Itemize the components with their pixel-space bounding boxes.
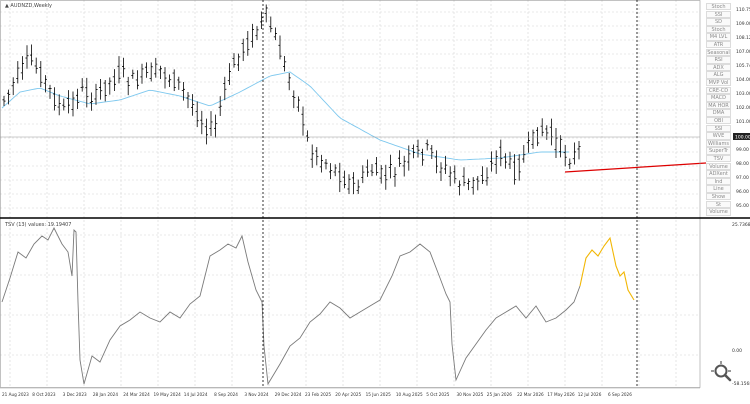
price-axis-label: 102.00 <box>736 105 750 111</box>
price-axis-label: 101.00 <box>736 119 750 125</box>
indicator-toggle-button[interactable]: ALG <box>706 71 731 79</box>
indicator-toggle-button[interactable]: CRE-CD <box>706 86 731 94</box>
chart-area[interactable]: 110.75 109.00 108.12 107.00 105.74 104.00 103.… <box>0 0 750 400</box>
indicator-toggle-button[interactable]: ADXent <box>706 170 731 178</box>
indicator-toggle-button[interactable]: Volume <box>706 162 731 170</box>
price-axis-label: 105.74 <box>736 63 750 69</box>
indicator-toggle-button[interactable]: ADX <box>706 63 731 72</box>
trend-line[interactable] <box>564 162 707 173</box>
indicator-toggle-button[interactable]: WVE <box>706 132 731 140</box>
price-axis-label: 96.00 <box>736 189 749 195</box>
indicator-panel-title: TSV (13) values: 19.19407 <box>4 222 71 228</box>
price-axis-label: 109.00 <box>736 21 750 27</box>
zoom-magnifier-icon <box>711 361 732 382</box>
indicator-toggle-button[interactable]: Williams <box>706 139 731 148</box>
date-axis-label: 23 Feb 2025 <box>305 392 331 397</box>
price-candles <box>2 4 581 196</box>
indicator-toggle-button[interactable]: DMA <box>706 109 731 117</box>
zoom-button[interactable] <box>707 360 741 386</box>
indicator-toggle-button[interactable]: MVP Vol <box>706 79 731 87</box>
trend-line-segment <box>564 162 707 173</box>
date-axis-label: 19 May 2024 <box>154 392 182 397</box>
indicator-axis-label: 0.00 <box>732 348 742 354</box>
date-axis-label: 10 Aug 2025 <box>396 392 423 397</box>
indicator-series-highlight <box>579 236 635 301</box>
indicator-toggle-button[interactable]: Ind <box>706 177 731 186</box>
axes: 110.75 109.00 108.12 107.00 105.74 104.00 103.… <box>0 0 750 397</box>
date-axis-label: 6 Sep 2026 <box>608 392 632 397</box>
indicator-toggle-button[interactable]: OBI <box>706 117 731 125</box>
indicator-toggle-button[interactable]: SD <box>706 18 731 26</box>
date-axis-label: 25 Jan 2026 <box>487 392 512 397</box>
date-axis-label: 24 Mar 2024 <box>123 392 150 397</box>
chart-svg[interactable]: 110.75 109.00 108.12 107.00 105.74 104.00 103.… <box>0 0 750 400</box>
indicator-toggle-button[interactable]: RSI <box>706 56 731 64</box>
indicator-toggle-button[interactable]: Line <box>706 185 731 193</box>
indicator-toggle-button[interactable]: St <box>706 200 731 208</box>
date-axis-label: 21 Aug 2023 <box>2 392 29 397</box>
date-axis-label: 29 Dec 2024 <box>275 392 302 397</box>
indicator-toggle-button[interactable]: Seasonal <box>706 48 731 56</box>
date-axis-label: 14 Jul 2024 <box>184 392 208 397</box>
date-axis-label: 20 Apr 2025 <box>335 392 361 397</box>
indicator-toggle-button[interactable]: ATR <box>706 41 731 49</box>
indicator-axis-label: 25.7368 <box>732 222 750 228</box>
date-axis-label: 3 Dec 2023 <box>63 392 87 397</box>
indicator-toggle-button[interactable]: SSI <box>706 10 731 18</box>
price-axis-label: 110.75 <box>736 7 750 13</box>
indicator-series-gray <box>1 226 581 386</box>
indicator-toggle-button[interactable]: MACD <box>706 94 731 102</box>
indicator-toggle-button[interactable]: Show <box>706 193 731 201</box>
indicator-toggle-button[interactable]: Stoch <box>706 3 731 11</box>
price-axis-label: 104.00 <box>736 77 750 83</box>
date-axis-label: 17 May 2026 <box>547 392 575 397</box>
indicator-toggle-button[interactable]: TSV <box>706 155 731 163</box>
grid <box>0 0 700 388</box>
date-axis-label: 3 Nov 2024 <box>244 392 268 397</box>
price-axis-label: 107.00 <box>736 49 750 55</box>
current-price-label: 100.00 <box>735 135 750 141</box>
date-axis-label: 5 Oct 2025 <box>426 392 450 397</box>
indicator-toggle-button[interactable]: M4 LVL <box>706 33 731 41</box>
date-axis-label: 12 Jul 2026 <box>578 392 602 397</box>
price-axis-label: 108.12 <box>736 35 750 41</box>
indicator-toggle-button[interactable]: MA HOR <box>706 101 731 110</box>
date-axis-label: 8 Sep 2024 <box>214 392 238 397</box>
indicator-toggle-button[interactable]: Volume <box>706 208 731 216</box>
price-axis-label: 99.00 <box>736 147 749 153</box>
date-axis-label: 22 Mar 2026 <box>517 392 544 397</box>
main-panel-title: ▲ AUDNZD,Weekly <box>5 3 52 9</box>
indicator-toggle-button[interactable]: SSI <box>706 124 731 132</box>
price-axis-label: 103.00 <box>736 91 750 97</box>
price-axis-label: 95.00 <box>736 203 749 209</box>
indicator-toggle-button[interactable]: SuperTr <box>706 147 731 155</box>
indicator-toggle-button[interactable]: Stoch <box>706 25 731 34</box>
tsv-indicator-line <box>1 226 635 386</box>
date-axis-label: 28 Jan 2024 <box>93 392 118 397</box>
date-axis-label: 8 Oct 2023 <box>32 392 56 397</box>
date-axis-label: 15 Jun 2025 <box>366 392 392 397</box>
price-axis-label: 98.00 <box>736 161 749 167</box>
date-axis-label: 30 Nov 2025 <box>457 392 484 397</box>
price-axis-label: 97.00 <box>736 175 749 181</box>
